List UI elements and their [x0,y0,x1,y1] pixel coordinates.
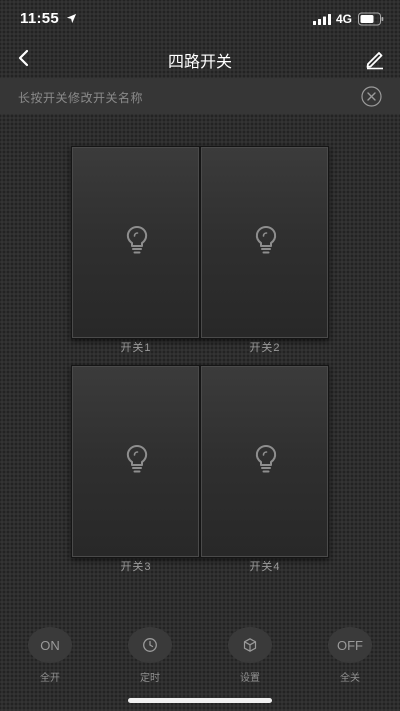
status-bar: 11:55 4G [0,0,400,40]
nav-bar: 四路开关 [0,40,400,76]
status-time: 11:55 [20,10,60,27]
switch-panel-top [71,146,329,339]
switch-label-2: 开关2 [249,342,281,354]
switch-label-4: 开关4 [249,561,281,573]
clock-icon [143,638,157,652]
bulb-icon [255,226,277,254]
network-label: 4G [336,12,353,26]
hint-bar: 长按开关修改开关名称 [0,78,400,114]
all-off-button[interactable]: OFF 全关 [320,627,380,687]
all-off-label: 全关 [340,673,360,684]
bulb-icon [126,226,148,254]
settings-label: 设置 [240,673,260,684]
close-circle-icon[interactable] [361,86,382,107]
switch-key-4[interactable] [201,366,328,557]
timer-button[interactable]: 定时 [120,627,180,687]
switch-key-2[interactable] [201,147,328,338]
switch-label-1: 开关1 [120,342,152,354]
switch-label-3: 开关3 [120,561,152,573]
bulb-icon [255,445,277,473]
timer-label: 定时 [140,673,160,684]
all-on-button[interactable]: ON 全开 [20,627,80,687]
signal-icon [313,14,331,25]
cube-icon [243,638,257,652]
home-indicator[interactable] [128,698,272,703]
hint-text: 长按开关修改开关名称 [18,91,144,105]
switch-panel-bottom [71,365,329,558]
battery-icon [358,12,384,26]
on-icon: ON [28,627,72,663]
bulb-icon [126,445,148,473]
switch-key-1[interactable] [72,147,199,338]
switch-key-3[interactable] [72,366,199,557]
settings-button[interactable]: 设置 [220,627,280,687]
page-title: 四路开关 [167,54,232,71]
all-on-label: 全开 [40,673,60,684]
pencil-icon[interactable] [364,48,386,70]
off-icon: OFF [328,627,372,663]
location-arrow-icon [66,13,77,24]
